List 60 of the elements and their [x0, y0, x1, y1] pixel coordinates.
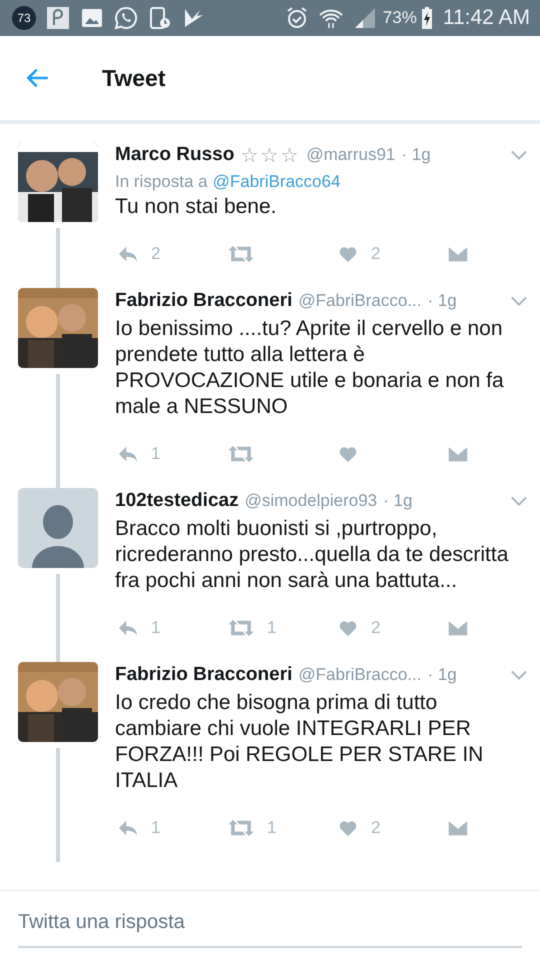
tweet-text: Bracco molti buonisti si ,purtroppo, ricrederanno presto...quella da te descritta fra pochi anni non sarà una battuta...: [115, 516, 510, 594]
user-name[interactable]: Fabrizio Bracconeri: [115, 290, 292, 312]
chevron-down-icon[interactable]: [510, 669, 528, 681]
app-icon: [46, 6, 70, 30]
envelope-icon[interactable]: [447, 445, 469, 463]
envelope-icon[interactable]: [447, 819, 469, 837]
tweet-time: · 1g: [401, 145, 431, 165]
retweet-count: 1: [267, 618, 276, 638]
heart-icon[interactable]: [337, 445, 359, 463]
heart-icon[interactable]: [337, 245, 359, 263]
notification-count: 73: [12, 6, 36, 30]
star-emoji: ☆☆☆: [240, 144, 300, 168]
retweet-count: 1: [267, 818, 276, 838]
tweet-text: Tu non stai bene.: [115, 194, 278, 220]
heart-icon[interactable]: [337, 619, 359, 637]
retweet-icon[interactable]: [227, 245, 255, 263]
tweet-time: · 1g: [427, 291, 457, 311]
tweet-text: Io benissimo ....tu? Aprite il cervello e non prendete tutto alla lettera è PROVOCAZIONE utile e bonaria e non fa male a NESSUNO: [115, 316, 505, 420]
user-handle[interactable]: @marrus91: [306, 145, 396, 165]
mention-link[interactable]: @FabriBracco64: [212, 172, 340, 192]
image-icon: [80, 6, 104, 30]
user-handle[interactable]: @FabriBracco...: [298, 665, 422, 685]
reply-icon[interactable]: [117, 445, 139, 463]
envelope-icon[interactable]: [447, 245, 469, 263]
reply-count: 1: [151, 618, 160, 638]
like-count: 2: [371, 818, 380, 838]
heart-icon[interactable]: [337, 819, 359, 837]
user-name[interactable]: Marco Russo: [115, 144, 234, 166]
battery-percent: 73%: [382, 8, 417, 28]
retweet-icon[interactable]: [227, 619, 255, 637]
reply-count: 1: [151, 818, 160, 838]
reply-count: 2: [151, 244, 160, 264]
reply-to-label: In risposta a: [115, 172, 208, 192]
chevron-down-icon[interactable]: [510, 495, 528, 507]
chevron-down-icon[interactable]: [510, 149, 528, 161]
user-handle[interactable]: @simodelpiero93: [244, 491, 378, 511]
tweet-text: Io credo che bisogna prima di tutto cambiare chi vuole INTEGRARLI PER FORZA!!! Poi REGOLE PER STARE IN ITALIA: [115, 690, 484, 794]
battery-charging-icon: [420, 6, 433, 30]
tweet-time: · 1g: [427, 665, 457, 685]
user-name[interactable]: Fabrizio Bracconeri: [115, 664, 292, 686]
retweet-icon[interactable]: [227, 819, 255, 837]
clock: 11:42 AM: [442, 6, 530, 30]
default-avatar-icon[interactable]: [18, 488, 98, 568]
chevron-down-icon[interactable]: [510, 295, 528, 307]
alarm-icon: [284, 6, 309, 30]
reply-icon[interactable]: [117, 245, 139, 263]
like-count: 2: [371, 244, 380, 264]
reply-icon[interactable]: [117, 619, 139, 637]
user-name[interactable]: 102testedicaz: [115, 490, 239, 512]
chat-icon: [114, 6, 138, 30]
signal-icon: [352, 6, 377, 30]
like-count: 2: [371, 618, 380, 638]
user-handle[interactable]: @FabriBracco...: [298, 291, 422, 311]
tweet-time: · 1g: [383, 491, 412, 511]
tablet-clock-icon: [148, 6, 172, 30]
page-title: Tweet: [102, 64, 166, 92]
retweet-icon[interactable]: [227, 445, 255, 463]
reply-count: 1: [151, 444, 160, 464]
envelope-icon[interactable]: [447, 619, 469, 637]
reply-icon[interactable]: [117, 819, 139, 837]
